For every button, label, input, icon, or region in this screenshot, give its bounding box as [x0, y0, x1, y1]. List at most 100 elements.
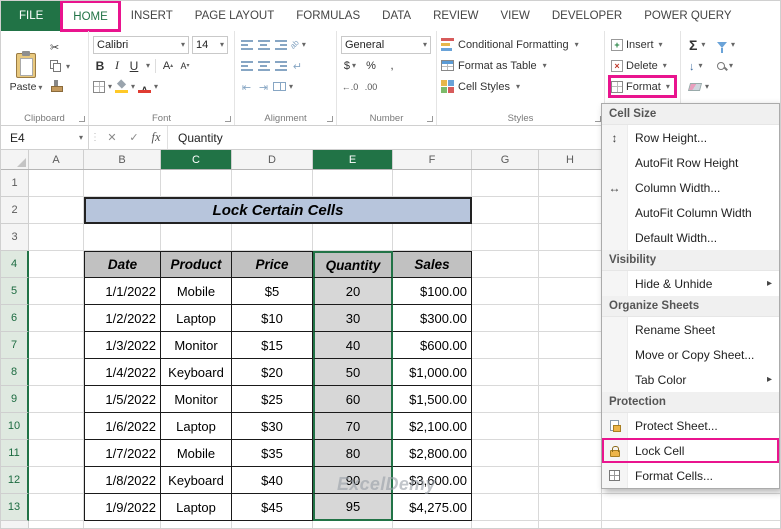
table-cell-C10[interactable]: Laptop	[161, 413, 232, 440]
cell-E3[interactable]	[313, 224, 393, 251]
row-header-12[interactable]: 12	[1, 467, 29, 494]
cell-A12[interactable]	[29, 467, 84, 494]
cell-E1[interactable]	[313, 170, 393, 197]
cell-Hx[interactable]	[539, 521, 602, 528]
menu-item-lock-cell[interactable]: Lock Cell	[602, 438, 779, 463]
table-header-price[interactable]: Price	[232, 251, 313, 278]
cell-H2[interactable]	[539, 197, 602, 224]
row-header-11[interactable]: 11	[1, 440, 29, 467]
cell-H8[interactable]	[539, 359, 602, 386]
font-name-select[interactable]: Calibri	[93, 35, 189, 54]
menu-item-rename-sheet[interactable]: Rename Sheet	[602, 317, 779, 342]
table-cell-B8[interactable]: 1/4/2022	[84, 359, 161, 386]
copy-button[interactable]	[47, 57, 83, 76]
cell-H1[interactable]	[539, 170, 602, 197]
tab-file[interactable]: FILE	[1, 1, 62, 31]
cell-H13[interactable]	[539, 494, 602, 521]
table-cell-F6[interactable]: $300.00	[393, 305, 472, 332]
column-header-A[interactable]: A	[29, 150, 84, 169]
cell-G1[interactable]	[472, 170, 539, 197]
format-button[interactable]: Format	[608, 75, 677, 98]
table-header-date[interactable]: Date	[84, 251, 161, 278]
find-select-button[interactable]	[713, 55, 739, 76]
enter-icon[interactable]: ✓	[123, 126, 145, 149]
table-cell-E6[interactable]: 30	[313, 305, 393, 332]
conditional-formatting-button[interactable]: Conditional Formatting	[441, 34, 600, 55]
table-cell-F9[interactable]: $1,500.00	[393, 386, 472, 413]
table-cell-D8[interactable]: $20	[232, 359, 313, 386]
row-header-8[interactable]: 8	[1, 359, 29, 386]
table-cell-B5[interactable]: 1/1/2022	[84, 278, 161, 305]
menu-item-hide-unhide[interactable]: Hide & Unhide ▸	[602, 271, 779, 296]
cell-A13[interactable]	[29, 494, 84, 521]
cell-G3[interactable]	[472, 224, 539, 251]
row-header-partial[interactable]	[1, 521, 29, 528]
cell-G11[interactable]	[472, 440, 539, 467]
merge-center-button[interactable]	[273, 78, 293, 96]
cell-A9[interactable]	[29, 386, 84, 413]
table-cell-C7[interactable]: Monitor	[161, 332, 232, 359]
table-cell-C8[interactable]: Keyboard	[161, 359, 232, 386]
menu-item-autofit-column-width[interactable]: AutoFit Column Width	[602, 200, 779, 225]
cell-G4[interactable]	[472, 251, 539, 278]
italic-button[interactable]: I	[110, 57, 124, 75]
cell-D1[interactable]	[232, 170, 313, 197]
cell-H3[interactable]	[539, 224, 602, 251]
table-cell-E8[interactable]: 50	[313, 359, 393, 386]
tab-review[interactable]: REVIEW	[422, 1, 489, 31]
name-box[interactable]: E4	[1, 126, 89, 149]
row-header-9[interactable]: 9	[1, 386, 29, 413]
table-cell-D12[interactable]: $40	[232, 467, 313, 494]
table-cell-D11[interactable]: $35	[232, 440, 313, 467]
menu-item-row-height[interactable]: ↕ Row Height...	[602, 125, 779, 150]
cell-styles-button[interactable]: Cell Styles	[441, 76, 600, 97]
table-header-sales[interactable]: Sales	[393, 251, 472, 278]
cell-Dx[interactable]	[232, 521, 313, 528]
cell-H12[interactable]	[539, 467, 602, 494]
cell-G5[interactable]	[472, 278, 539, 305]
align-top-button[interactable]	[239, 36, 254, 54]
cell-H5[interactable]	[539, 278, 602, 305]
cell-H4[interactable]	[539, 251, 602, 278]
fill-button[interactable]	[685, 55, 713, 76]
table-cell-F8[interactable]: $1,000.00	[393, 359, 472, 386]
row-header-13[interactable]: 13	[1, 494, 29, 521]
align-right-button[interactable]	[273, 57, 288, 75]
format-as-table-button[interactable]: Format as Table	[441, 55, 600, 76]
fill-color-button[interactable]	[115, 78, 135, 96]
dialog-launcher-icon[interactable]	[79, 116, 85, 122]
cell-C1[interactable]	[161, 170, 232, 197]
table-cell-F7[interactable]: $600.00	[393, 332, 472, 359]
table-cell-E9[interactable]: 60	[313, 386, 393, 413]
cell-Ax[interactable]	[29, 521, 84, 528]
align-middle-button[interactable]	[256, 36, 271, 54]
table-cell-B13[interactable]: 1/9/2022	[84, 494, 161, 521]
clear-button[interactable]	[685, 76, 713, 97]
tab-data[interactable]: DATA	[371, 1, 422, 31]
row-header-10[interactable]: 10	[1, 413, 29, 440]
cell-Cx[interactable]	[161, 521, 232, 528]
table-cell-D5[interactable]: $5	[232, 278, 313, 305]
cell-G2[interactable]	[472, 197, 539, 224]
cancel-icon[interactable]: ✕	[101, 126, 123, 149]
tab-power-query[interactable]: POWER QUERY	[633, 1, 742, 31]
table-cell-C9[interactable]: Monitor	[161, 386, 232, 413]
cell-A6[interactable]	[29, 305, 84, 332]
cell-Bx[interactable]	[84, 521, 161, 528]
cell-A7[interactable]	[29, 332, 84, 359]
borders-button[interactable]	[93, 78, 112, 96]
cell-B1[interactable]	[84, 170, 161, 197]
cell-A2[interactable]	[29, 197, 84, 224]
increase-decimal-button[interactable]: ←.0	[341, 78, 359, 96]
dialog-launcher-icon[interactable]	[427, 116, 433, 122]
cell-Fx[interactable]	[393, 521, 472, 528]
align-left-button[interactable]	[239, 57, 254, 75]
column-header-B[interactable]: B	[84, 150, 161, 169]
table-cell-E12[interactable]: 90	[313, 467, 393, 494]
row-header-4[interactable]: 4	[1, 251, 29, 278]
table-cell-E7[interactable]: 40	[313, 332, 393, 359]
cut-button[interactable]: ✂	[47, 38, 83, 57]
table-cell-B12[interactable]: 1/8/2022	[84, 467, 161, 494]
percent-style-button[interactable]: %	[362, 57, 380, 75]
table-cell-D6[interactable]: $10	[232, 305, 313, 332]
